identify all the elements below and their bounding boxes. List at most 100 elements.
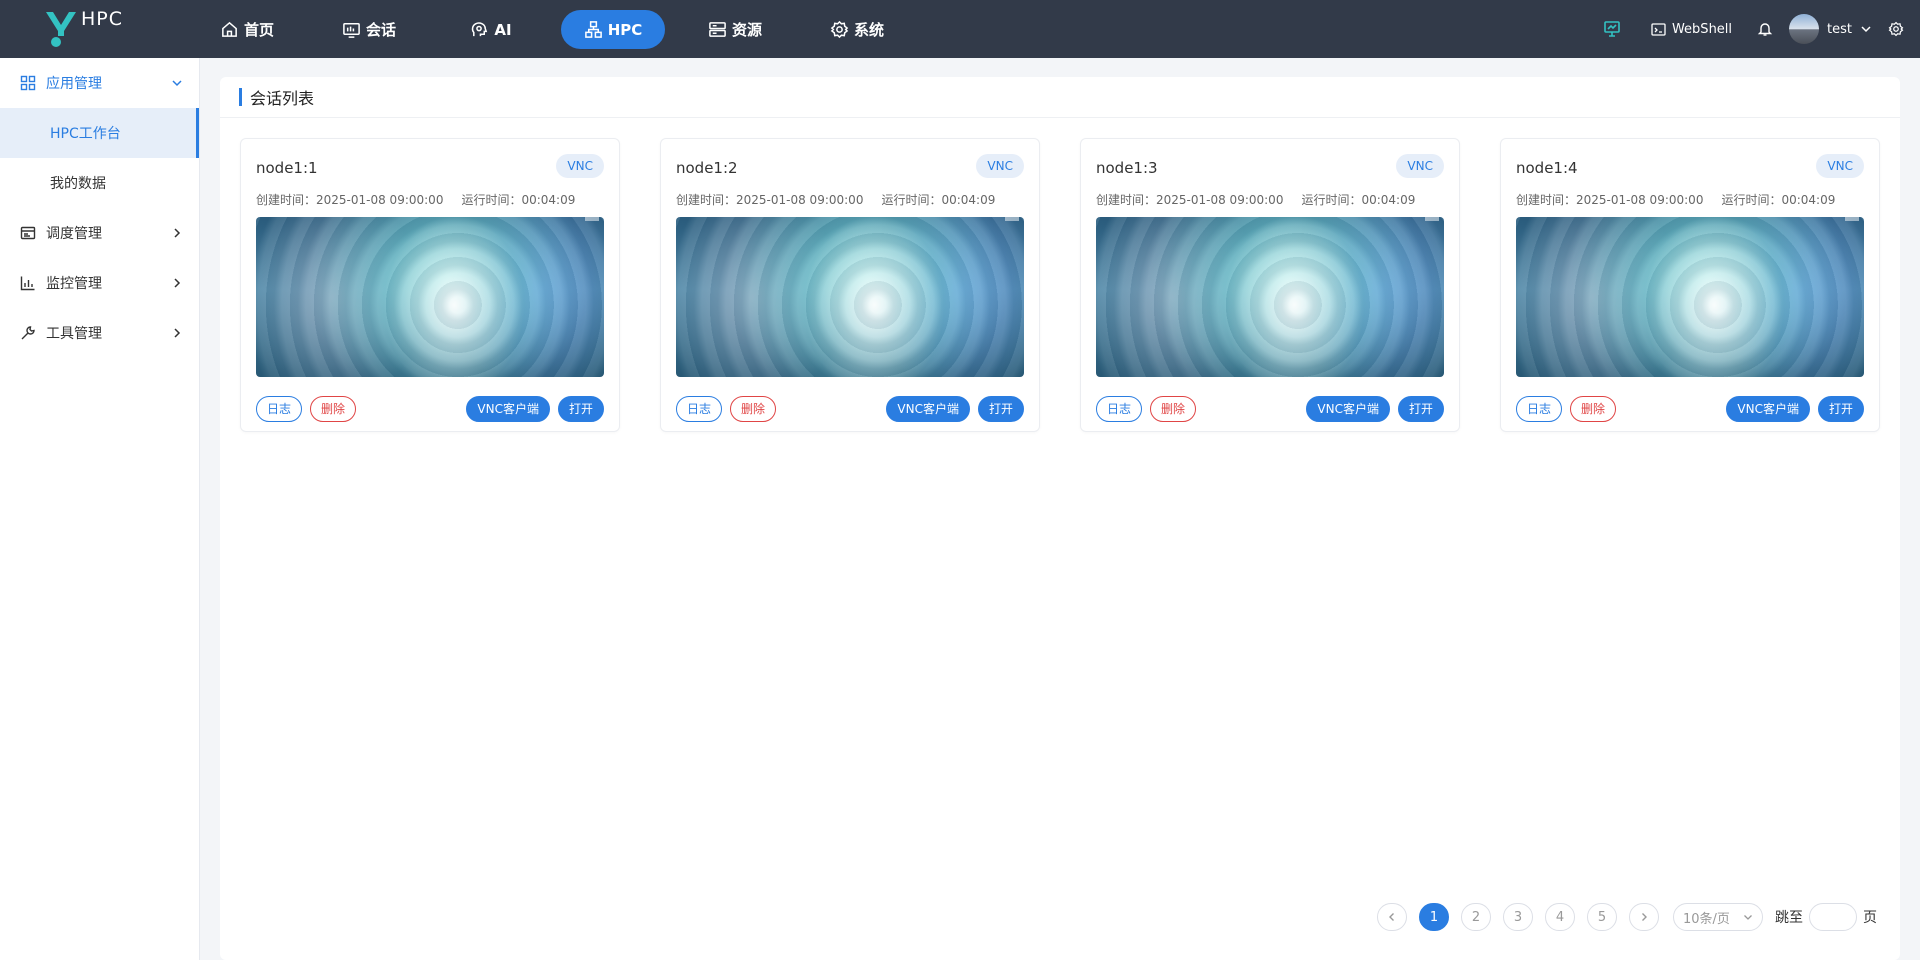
page-size-value: 10条/页 [1683,911,1730,927]
nav-ai[interactable]: AI [439,10,543,49]
open-button[interactable]: 打开 [977,396,1024,422]
session-name: node1:1 [256,159,318,177]
nav-system[interactable]: 系统 [805,10,909,49]
hpc-icon [584,21,602,38]
sidebar-group-label: 调度管理 [46,226,102,242]
schedule-icon [20,226,36,240]
session-name: node1:4 [1516,159,1578,177]
delete-button[interactable]: 删除 [1150,396,1197,422]
chevron-down-icon[interactable] [1860,23,1872,35]
session-name: node1:3 [1096,159,1158,177]
terminal-icon [1651,22,1666,36]
apps-icon [20,75,36,91]
vnc-client-button[interactable]: VNC客户端 [886,396,970,422]
chevron-down-icon [172,80,182,87]
preview-tab [1005,217,1019,221]
card-actions: 日志 删除 VNC客户端 打开 [676,396,1024,422]
sidebar-group-schedule-mgmt[interactable]: 调度管理 [0,208,199,258]
page-button-1[interactable]: 1 [1419,903,1449,931]
preview-tab [585,217,599,221]
open-button[interactable]: 打开 [557,396,604,422]
ai-icon [472,22,488,37]
session-preview[interactable] [676,217,1024,377]
page-button-5[interactable]: 5 [1587,903,1617,931]
username[interactable]: test [1827,22,1852,37]
session-meta: 创建时间：2025-01-08 09:00:00 运行时间：00:04:09 [1516,191,1853,208]
chevron-right-icon [174,328,181,338]
sidebar-item-label: HPC工作台 [50,126,121,142]
sidebar-group-label: 应用管理 [46,76,102,92]
server-icon [709,22,726,37]
next-page-button[interactable] [1629,903,1659,931]
panel-header: 会话列表 [220,77,1900,118]
nav-home[interactable]: 首页 [195,10,299,49]
card-actions: 日志 删除 VNC客户端 打开 [1096,396,1444,422]
page-suffix: 页 [1863,910,1877,926]
prev-page-button[interactable] [1377,903,1407,931]
bell-icon[interactable] [1757,21,1773,37]
home-icon [222,21,237,37]
created-time: 创建时间：2025-01-08 09:00:00 [1096,193,1284,207]
session-name: node1:2 [676,159,738,177]
log-button[interactable]: 日志 [256,396,303,422]
nav-resource[interactable]: 资源 [683,10,787,49]
sidebar-group-app-mgmt[interactable]: 应用管理 [0,58,199,108]
chevron-right-icon [1642,913,1647,921]
session-preview[interactable] [1516,217,1864,377]
nav-hpc[interactable]: HPC [561,10,665,49]
sidebar-group-tool-mgmt[interactable]: 工具管理 [0,308,199,358]
vnc-client-button[interactable]: VNC客户端 [466,396,550,422]
session-card: node1:1 VNC 创建时间：2025-01-08 09:00:00 运行时… [240,138,620,432]
card-actions: 日志 删除 VNC客户端 打开 [256,396,604,422]
log-button[interactable]: 日志 [1096,396,1143,422]
chevron-down-icon [1744,915,1752,920]
webshell-label: WebShell [1671,21,1733,37]
nav-system-label: 系统 [853,21,884,39]
delete-button[interactable]: 删除 [730,396,777,422]
session-meta: 创建时间：2025-01-08 09:00:00 运行时间：00:04:09 [1096,191,1433,208]
page-size-select[interactable]: 10条/页 [1673,903,1763,931]
sidebar-item-hpc-workbench[interactable]: HPC工作台 [0,108,199,158]
session-type-badge: VNC [556,154,604,178]
chevron-left-icon [1389,913,1394,921]
main-panel: 会话列表 node1:1 VNC 创建时间：2025-01-08 09:00:0… [220,77,1900,960]
chevron-right-icon [174,228,181,238]
log-button[interactable]: 日志 [676,396,723,422]
jump-page-input[interactable] [1809,903,1857,931]
settings-icon[interactable] [1888,21,1904,37]
delete-button[interactable]: 删除 [1570,396,1617,422]
sidebar-item-my-data[interactable]: 我的数据 [0,158,199,208]
open-button[interactable]: 打开 [1397,396,1444,422]
top-right-tools: WebShell test [1603,0,1920,58]
sidebar-group-monitor-mgmt[interactable]: 监控管理 [0,258,199,308]
nav-session[interactable]: 会话 [317,10,421,49]
session-icon [343,23,360,38]
sidebar-group-label: 工具管理 [46,326,102,342]
avatar[interactable] [1789,14,1820,44]
monitor-icon[interactable] [1603,20,1621,38]
vnc-client-button[interactable]: VNC客户端 [1726,396,1810,422]
vnc-client-button[interactable]: VNC客户端 [1306,396,1390,422]
chevron-right-icon [174,278,181,288]
session-preview[interactable] [1096,217,1444,377]
jump-label: 跳至 [1775,910,1803,926]
nav-resource-label: 资源 [731,21,762,39]
run-time: 运行时间：00:04:09 [881,193,996,207]
preview-tab [1845,217,1859,221]
page-button-4[interactable]: 4 [1545,903,1575,931]
logo-icon [46,12,76,47]
preview-swirl [1096,217,1444,377]
preview-swirl [1516,217,1864,377]
app-name: HPC [81,8,124,30]
run-time: 运行时间：00:04:09 [461,193,576,207]
session-preview[interactable] [256,217,604,377]
page-button-2[interactable]: 2 [1461,903,1491,931]
open-button[interactable]: 打开 [1817,396,1864,422]
sidebar-item-label: 我的数据 [50,176,106,192]
page-button-3[interactable]: 3 [1503,903,1533,931]
run-time: 运行时间：00:04:09 [1721,193,1836,207]
preview-swirl [676,217,1024,377]
delete-button[interactable]: 删除 [310,396,357,422]
log-button[interactable]: 日志 [1516,396,1563,422]
webshell-button[interactable]: WebShell [1651,22,1732,37]
